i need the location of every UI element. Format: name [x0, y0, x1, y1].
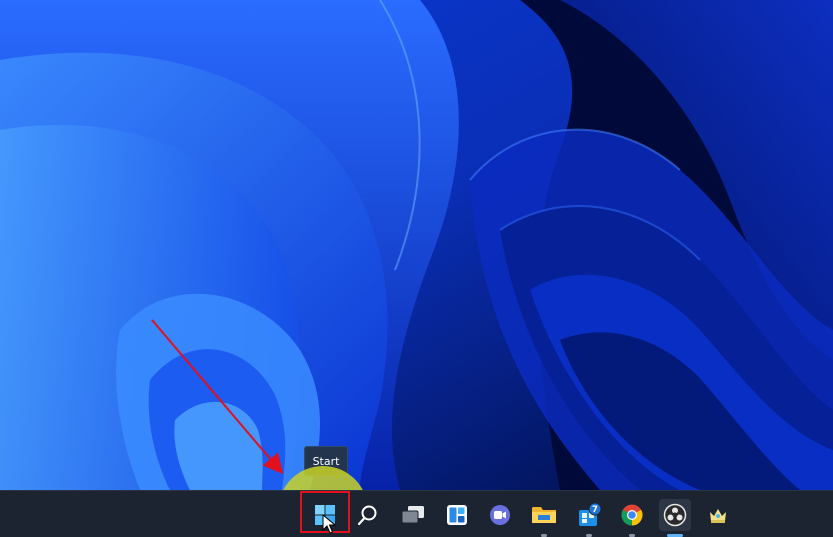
mouse-cursor-icon — [322, 514, 336, 534]
obs-button[interactable] — [659, 499, 691, 537]
chat-button[interactable] — [484, 499, 516, 531]
store-badge: 7 — [592, 505, 598, 515]
search-button[interactable] — [352, 499, 384, 531]
search-icon — [357, 505, 377, 526]
crown-app-icon — [710, 509, 726, 523]
file-explorer-button[interactable] — [528, 499, 560, 537]
app-button[interactable] — [702, 499, 734, 531]
folder-icon — [532, 507, 556, 523]
taskbar: 7 — [0, 490, 833, 537]
task-view-icon — [401, 506, 424, 524]
widgets-icon — [447, 505, 467, 525]
widgets-button[interactable] — [441, 499, 473, 531]
desktop-wallpaper — [0, 0, 833, 490]
chrome-button[interactable] — [616, 499, 648, 537]
chrome-icon — [621, 504, 643, 526]
store-icon: 7 — [579, 502, 602, 526]
task-view-button[interactable] — [397, 499, 429, 531]
store-button[interactable]: 7 — [573, 499, 605, 537]
desktop: Start 7 — [0, 0, 833, 537]
teams-chat-icon — [490, 505, 510, 525]
obs-icon — [663, 503, 687, 527]
